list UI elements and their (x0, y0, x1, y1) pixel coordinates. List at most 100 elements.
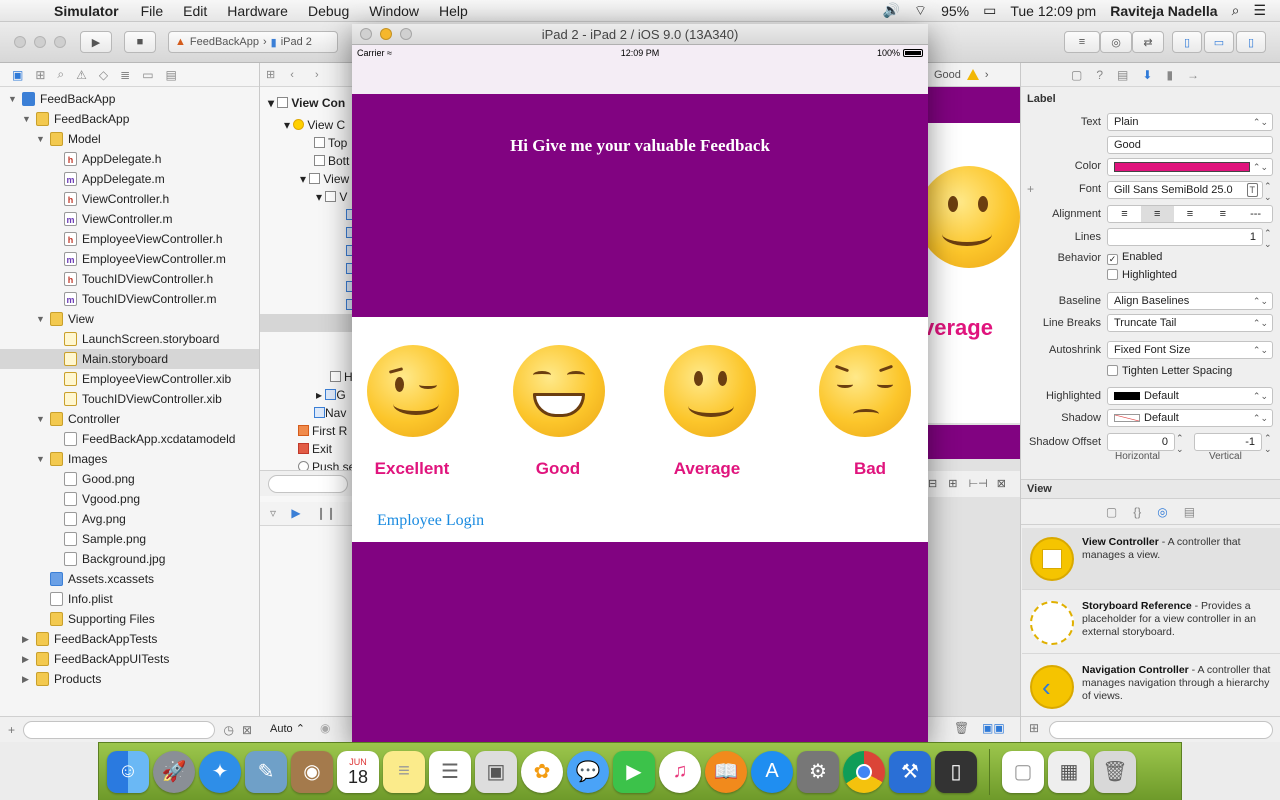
align-natural-icon[interactable]: --- (1239, 206, 1272, 222)
split-view-icon[interactable]: ▣▣ (982, 721, 1005, 735)
trash-icon[interactable]: 🗑 (954, 721, 969, 735)
close-window-button[interactable] (14, 36, 26, 48)
navigator-item[interactable]: Avg.png (0, 509, 259, 529)
bad-emoji-icon[interactable] (819, 345, 911, 437)
file-template-icon[interactable]: ▢ (1106, 505, 1117, 519)
bad-label[interactable]: Bad (810, 459, 930, 479)
outline-item[interactable]: Exit (298, 440, 332, 458)
lines-field[interactable]: 1 (1107, 228, 1263, 246)
library-item-view-controller[interactable]: View Controller - A controller that mana… (1022, 528, 1280, 590)
navigator-item[interactable]: ▼ View (0, 309, 259, 329)
eye-icon[interactable]: ◉ (320, 721, 330, 735)
preview-image-icon[interactable]: ▦ (1048, 750, 1090, 793)
shadow-color-select[interactable]: Default ⌃⌄ (1107, 409, 1273, 427)
outline-item[interactable]: ▾ V (316, 188, 347, 206)
outline-item[interactable]: ▾ View Con (268, 94, 345, 112)
calendar-icon[interactable]: JUN 18 (337, 750, 379, 793)
trash-icon[interactable]: 🗑 (1094, 750, 1136, 793)
navigator-item[interactable]: h AppDelegate.h (0, 149, 259, 169)
excellent-label[interactable]: Excellent (352, 459, 472, 479)
navigator-item[interactable]: FeedBackApp.xcdatamodeld (0, 429, 259, 449)
library-filter-input[interactable] (1049, 721, 1273, 739)
shadow-v-stepper[interactable]: ⌃ ⌄ (1264, 433, 1272, 455)
grid-icon[interactable]: ⊞ (266, 69, 275, 81)
navigator-item[interactable]: h ViewController.h (0, 189, 259, 209)
navigator-item[interactable]: EmployeeViewController.xib (0, 369, 259, 389)
highlighted-checkbox[interactable]: Highlighted (1107, 269, 1177, 281)
navigator-item[interactable]: Assets.xcassets (0, 569, 259, 589)
contacts-icon[interactable]: ◉ (291, 750, 333, 793)
back-icon[interactable]: ‹ (290, 69, 294, 81)
standard-editor-button[interactable]: ≡ (1064, 31, 1100, 53)
disclosure-open-icon[interactable]: ▼ (8, 89, 18, 109)
toggle-navigator-button[interactable]: ▯ (1172, 31, 1202, 53)
finder-icon[interactable]: ☺ (107, 750, 149, 793)
disclosure-open-icon[interactable]: ▼ (36, 409, 46, 429)
navigator-item[interactable]: h EmployeeViewController.h (0, 229, 259, 249)
disclosure-open-icon[interactable]: ▼ (36, 449, 46, 469)
media-library-icon[interactable]: ▤ (1184, 505, 1195, 519)
spotlight-icon[interactable]: ⌕ (1232, 2, 1240, 19)
breakpoint-tab-icon[interactable]: ▭ (142, 68, 153, 82)
outline-item[interactable]: ▸ G (316, 386, 346, 404)
version-editor-button[interactable]: ⇄ (1132, 31, 1164, 53)
baseline-select[interactable]: Align Baselines ⌃⌄ (1107, 292, 1273, 310)
chrome-icon[interactable] (843, 750, 885, 793)
good-emoji-icon[interactable] (513, 345, 605, 437)
outline-item[interactable]: First R (298, 422, 347, 440)
photo-booth-icon[interactable]: ▣ (475, 750, 517, 793)
outline-item[interactable]: Nav (314, 404, 346, 422)
navigator-item[interactable]: m ViewController.m (0, 209, 259, 229)
navigator-item[interactable]: ▼ Images (0, 449, 259, 469)
app-store-icon[interactable]: A (751, 750, 793, 793)
find-tab-icon[interactable]: ⌕ (57, 67, 64, 82)
navigator-item[interactable]: ▶ FeedBackAppUITests (0, 649, 259, 669)
folder-tab-icon[interactable]: ▣ (12, 68, 23, 82)
tighten-spacing-checkbox[interactable]: Tighten Letter Spacing (1107, 365, 1232, 377)
menu-app-name[interactable]: Simulator (40, 3, 131, 19)
quick-help-icon[interactable]: ? (1096, 68, 1103, 82)
user-name[interactable]: Raviteja Nadella (1110, 3, 1217, 19)
forward-icon[interactable]: › (315, 69, 319, 81)
clock[interactable]: Tue 12:09 pm (1010, 3, 1096, 19)
navigator-item[interactable]: ▶ FeedBackAppTests (0, 629, 259, 649)
autoshrink-select[interactable]: Fixed Font Size ⌃⌄ (1107, 341, 1273, 359)
sim-zoom-button[interactable] (400, 28, 412, 40)
breakpoints-icon[interactable]: ▶ (291, 506, 300, 520)
toggle-utilities-button[interactable]: ▯ (1236, 31, 1266, 53)
align-right-icon[interactable]: ≡ (1174, 206, 1207, 222)
messages-icon[interactable]: 💬 (567, 750, 609, 793)
navigator-item[interactable]: ▼ FeedBackApp (0, 89, 259, 109)
shadow-offset-v-field[interactable]: -1 (1194, 433, 1262, 451)
disclosure-closed-icon[interactable]: ▶ (22, 649, 32, 669)
disclosure-open-icon[interactable]: ▼ (36, 309, 46, 329)
itunes-icon[interactable]: ♫ (659, 750, 701, 793)
facetime-icon[interactable]: ▶ (613, 750, 655, 793)
hide-debug-icon[interactable]: ▿ (270, 506, 276, 520)
average-label[interactable]: Average (647, 459, 767, 479)
pause-icon[interactable]: ❙❙ (316, 506, 336, 520)
disclosure-closed-icon[interactable]: ▶ (22, 669, 32, 689)
highlighted-color-select[interactable]: Default ⌃⌄ (1107, 387, 1273, 405)
stack-icon[interactable]: ⊞ (948, 478, 957, 490)
identity-inspector-icon[interactable]: ▤ (1117, 68, 1128, 82)
scm-status-icon[interactable]: ⊠ (242, 723, 252, 737)
disclosure-open-icon[interactable]: ▼ (22, 109, 32, 129)
navigator-item[interactable]: Background.jpg (0, 549, 259, 569)
menu-debug[interactable]: Debug (298, 3, 359, 19)
align-justify-icon[interactable]: ≡ (1206, 206, 1239, 222)
navigator-item[interactable]: Main.storyboard (0, 349, 259, 369)
color-select[interactable]: ⌃⌄ (1107, 158, 1273, 176)
navigator-item[interactable]: Vgood.png (0, 489, 259, 509)
navigator-item[interactable]: Supporting Files (0, 609, 259, 629)
navigator-item[interactable]: ▶ Products (0, 669, 259, 689)
text-value-field[interactable]: Good (1107, 136, 1273, 154)
size-inspector-icon[interactable]: ▮ (1166, 68, 1173, 82)
recent-files-icon[interactable]: ◷ (223, 723, 233, 737)
add-icon[interactable]: + (8, 723, 15, 737)
test-tab-icon[interactable]: ◇ (99, 68, 108, 82)
employee-login-link[interactable]: Employee Login (377, 512, 484, 530)
excellent-emoji-icon[interactable] (367, 345, 459, 437)
navigator-item[interactable]: h TouchIDViewController.h (0, 269, 259, 289)
navigator-item[interactable]: Info.plist (0, 589, 259, 609)
